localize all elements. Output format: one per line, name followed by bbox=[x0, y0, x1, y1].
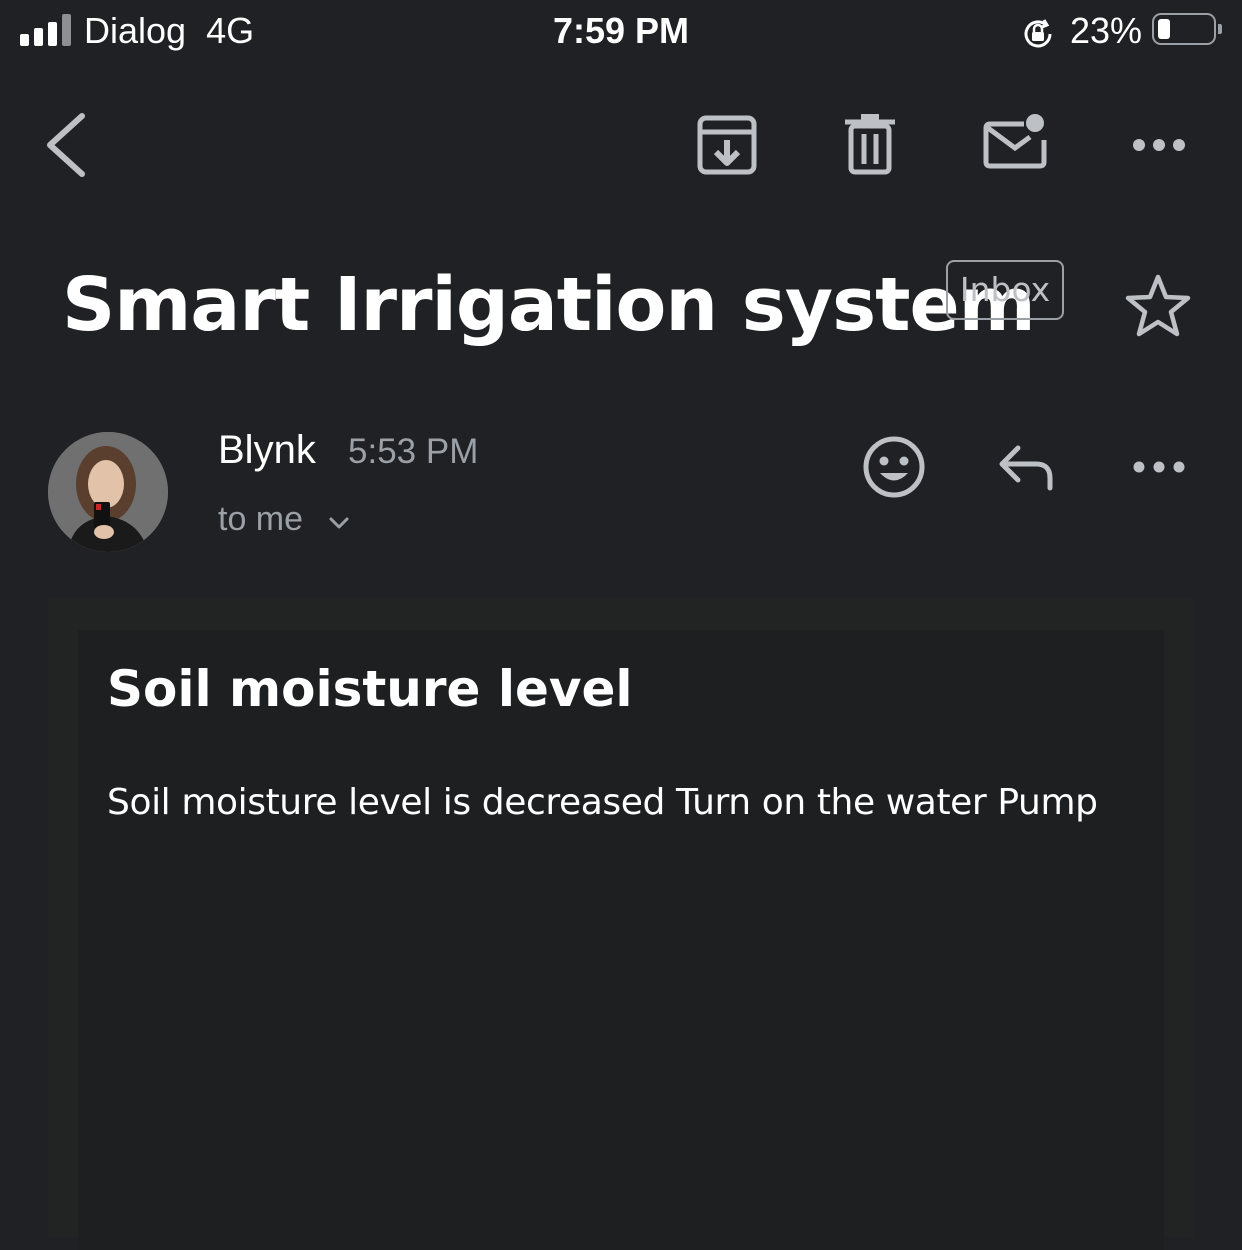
email-body-title: Soil moisture level bbox=[107, 660, 633, 718]
orientation-lock-icon bbox=[1020, 16, 1056, 52]
email-time: 5:53 PM bbox=[348, 432, 479, 471]
reply-icon[interactable] bbox=[994, 434, 1060, 500]
more-options-icon[interactable] bbox=[1124, 110, 1194, 180]
inbox-label-badge[interactable]: Inbox bbox=[946, 260, 1064, 320]
message-more-icon[interactable] bbox=[1126, 434, 1192, 500]
battery-icon bbox=[1152, 13, 1222, 45]
mark-unread-icon[interactable] bbox=[980, 110, 1050, 180]
trash-icon[interactable] bbox=[835, 110, 905, 180]
battery-percent: 23% bbox=[1070, 10, 1143, 51]
email-content-card bbox=[78, 630, 1164, 1250]
chevron-down-icon[interactable] bbox=[326, 510, 352, 536]
recipient-label[interactable]: to me bbox=[218, 500, 303, 539]
email-body-text: Soil moisture level is decreased Turn on… bbox=[107, 782, 1098, 823]
sender-avatar[interactable] bbox=[48, 432, 168, 552]
emoji-reaction-icon[interactable] bbox=[861, 434, 927, 500]
star-icon[interactable] bbox=[1124, 272, 1192, 340]
back-icon[interactable] bbox=[32, 110, 102, 180]
sender-name: Blynk bbox=[218, 428, 316, 472]
archive-icon[interactable] bbox=[692, 110, 762, 180]
email-subject: Smart Irrigation system bbox=[62, 262, 1036, 348]
